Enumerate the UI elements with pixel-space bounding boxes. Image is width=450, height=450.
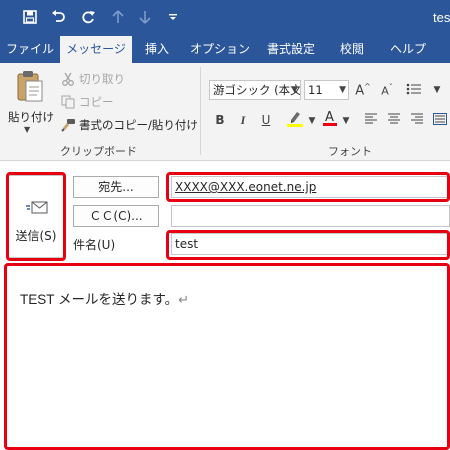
tab-message[interactable]: メッセージ (60, 36, 132, 63)
justify-button[interactable] (431, 111, 449, 129)
font-color-button[interactable]: A (320, 109, 340, 127)
subject-label: 件名(U) (73, 238, 116, 252)
align-left-icon (364, 113, 378, 128)
justify-icon (433, 112, 447, 128)
bullets-dropdown-button[interactable]: ▼ (428, 81, 446, 99)
cc-field[interactable] (171, 205, 450, 227)
bold-button[interactable]: B (211, 111, 229, 129)
highlight-dropdown-button[interactable]: ▼ (306, 112, 318, 130)
grow-font-icon: A^ (355, 81, 371, 99)
italic-button[interactable]: I (234, 111, 252, 129)
tab-options[interactable]: オプション (182, 36, 258, 63)
align-right-button[interactable] (408, 111, 426, 129)
copy-button[interactable]: コピー (60, 94, 114, 110)
clipboard-icon (16, 69, 44, 106)
chevron-down-icon: ▼ (433, 85, 441, 95)
paste-dropdown-icon: ▼ (24, 125, 31, 134)
tab-review[interactable]: 校閲 (324, 36, 380, 63)
clipboard-group-label: クリップボード (60, 145, 137, 158)
paste-button[interactable]: 貼り付け ▼ (8, 67, 54, 137)
align-right-icon (410, 113, 424, 128)
ribbon: 貼り付け ▼ 切り取り コピー 書式のコピー/貼り付け クリップボード 游ゴシッ… (0, 63, 450, 161)
body-text-content: TEST メールを送ります。 (20, 292, 179, 307)
align-center-button[interactable] (385, 111, 403, 129)
cut-button[interactable]: 切り取り (60, 71, 125, 87)
cc-button[interactable]: ＣＣ(C)... (73, 205, 159, 227)
chevron-down-icon: ▼ (308, 116, 316, 126)
group-divider (200, 67, 201, 155)
font-color-dropdown-button[interactable]: ▼ (340, 112, 352, 130)
send-envelope-icon (26, 200, 48, 219)
send-button[interactable]: 送信(S) (8, 175, 64, 258)
title-bar: test (0, 0, 450, 36)
tab-insert[interactable]: 挿入 (132, 36, 182, 63)
underline-button[interactable]: U (257, 111, 275, 129)
highlight-button[interactable] (284, 110, 306, 128)
shrink-font-button[interactable]: Aˇ (378, 81, 396, 99)
to-button[interactable]: 宛先... (73, 176, 159, 198)
grow-font-button[interactable]: A^ (354, 81, 372, 99)
ribbon-tab-bar: ファイル メッセージ 挿入 オプション 書式設定 校閲 ヘルプ (0, 36, 450, 63)
to-field[interactable]: XXXX@XXX.eonet.ne.jp (171, 176, 450, 198)
message-body-text: TEST メールを送ります。↵ (20, 288, 189, 308)
window-title: test (433, 10, 450, 25)
undo-icon[interactable] (50, 9, 66, 25)
font-name-value: 游ゴシック (本文 (213, 83, 301, 97)
subject-field[interactable]: test (171, 233, 450, 255)
font-name-combo[interactable]: 游ゴシック (本文 ▼ (209, 80, 301, 100)
tab-file[interactable]: ファイル (0, 36, 60, 63)
bullets-button[interactable] (405, 81, 423, 99)
tab-format-text[interactable]: 書式設定 (258, 36, 324, 63)
to-recipient[interactable]: XXXX@XXX.eonet.ne.jp (175, 180, 316, 194)
highlighter-icon (286, 109, 304, 130)
bullets-icon (406, 82, 422, 99)
customize-qat-icon[interactable] (165, 9, 181, 25)
chevron-down-icon: ▼ (342, 116, 350, 126)
paragraph-mark-icon: ↵ (178, 292, 190, 307)
copy-icon (60, 94, 76, 110)
font-group-label: フォント (328, 145, 372, 158)
redo-icon[interactable] (80, 9, 96, 25)
format-painter-icon (60, 117, 76, 133)
up-arrow-icon[interactable] (110, 9, 126, 25)
scissors-icon (60, 71, 76, 87)
shrink-font-icon: Aˇ (381, 82, 393, 98)
tab-help[interactable]: ヘルプ (380, 36, 436, 63)
format-painter-label: 書式のコピー/貼り付け (79, 118, 198, 132)
cut-label: 切り取り (79, 72, 125, 86)
format-painter-button[interactable]: 書式のコピー/貼り付け (60, 117, 198, 133)
align-left-button[interactable] (362, 111, 380, 129)
send-label: 送信(S) (15, 229, 57, 243)
message-body[interactable]: TEST メールを送ります。↵ (8, 266, 450, 450)
chevron-down-icon: ▼ (339, 85, 346, 95)
down-arrow-icon[interactable] (137, 9, 153, 25)
font-size-combo[interactable]: 11 ▼ (304, 80, 349, 100)
save-icon[interactable] (22, 9, 38, 25)
svg-text:A: A (325, 110, 334, 125)
copy-label: コピー (79, 95, 114, 109)
font-color-icon: A (322, 108, 338, 129)
font-size-value: 11 (308, 83, 323, 97)
chevron-down-icon: ▼ (291, 85, 298, 95)
paste-label: 貼り付け (8, 110, 54, 124)
align-center-icon (387, 113, 401, 128)
